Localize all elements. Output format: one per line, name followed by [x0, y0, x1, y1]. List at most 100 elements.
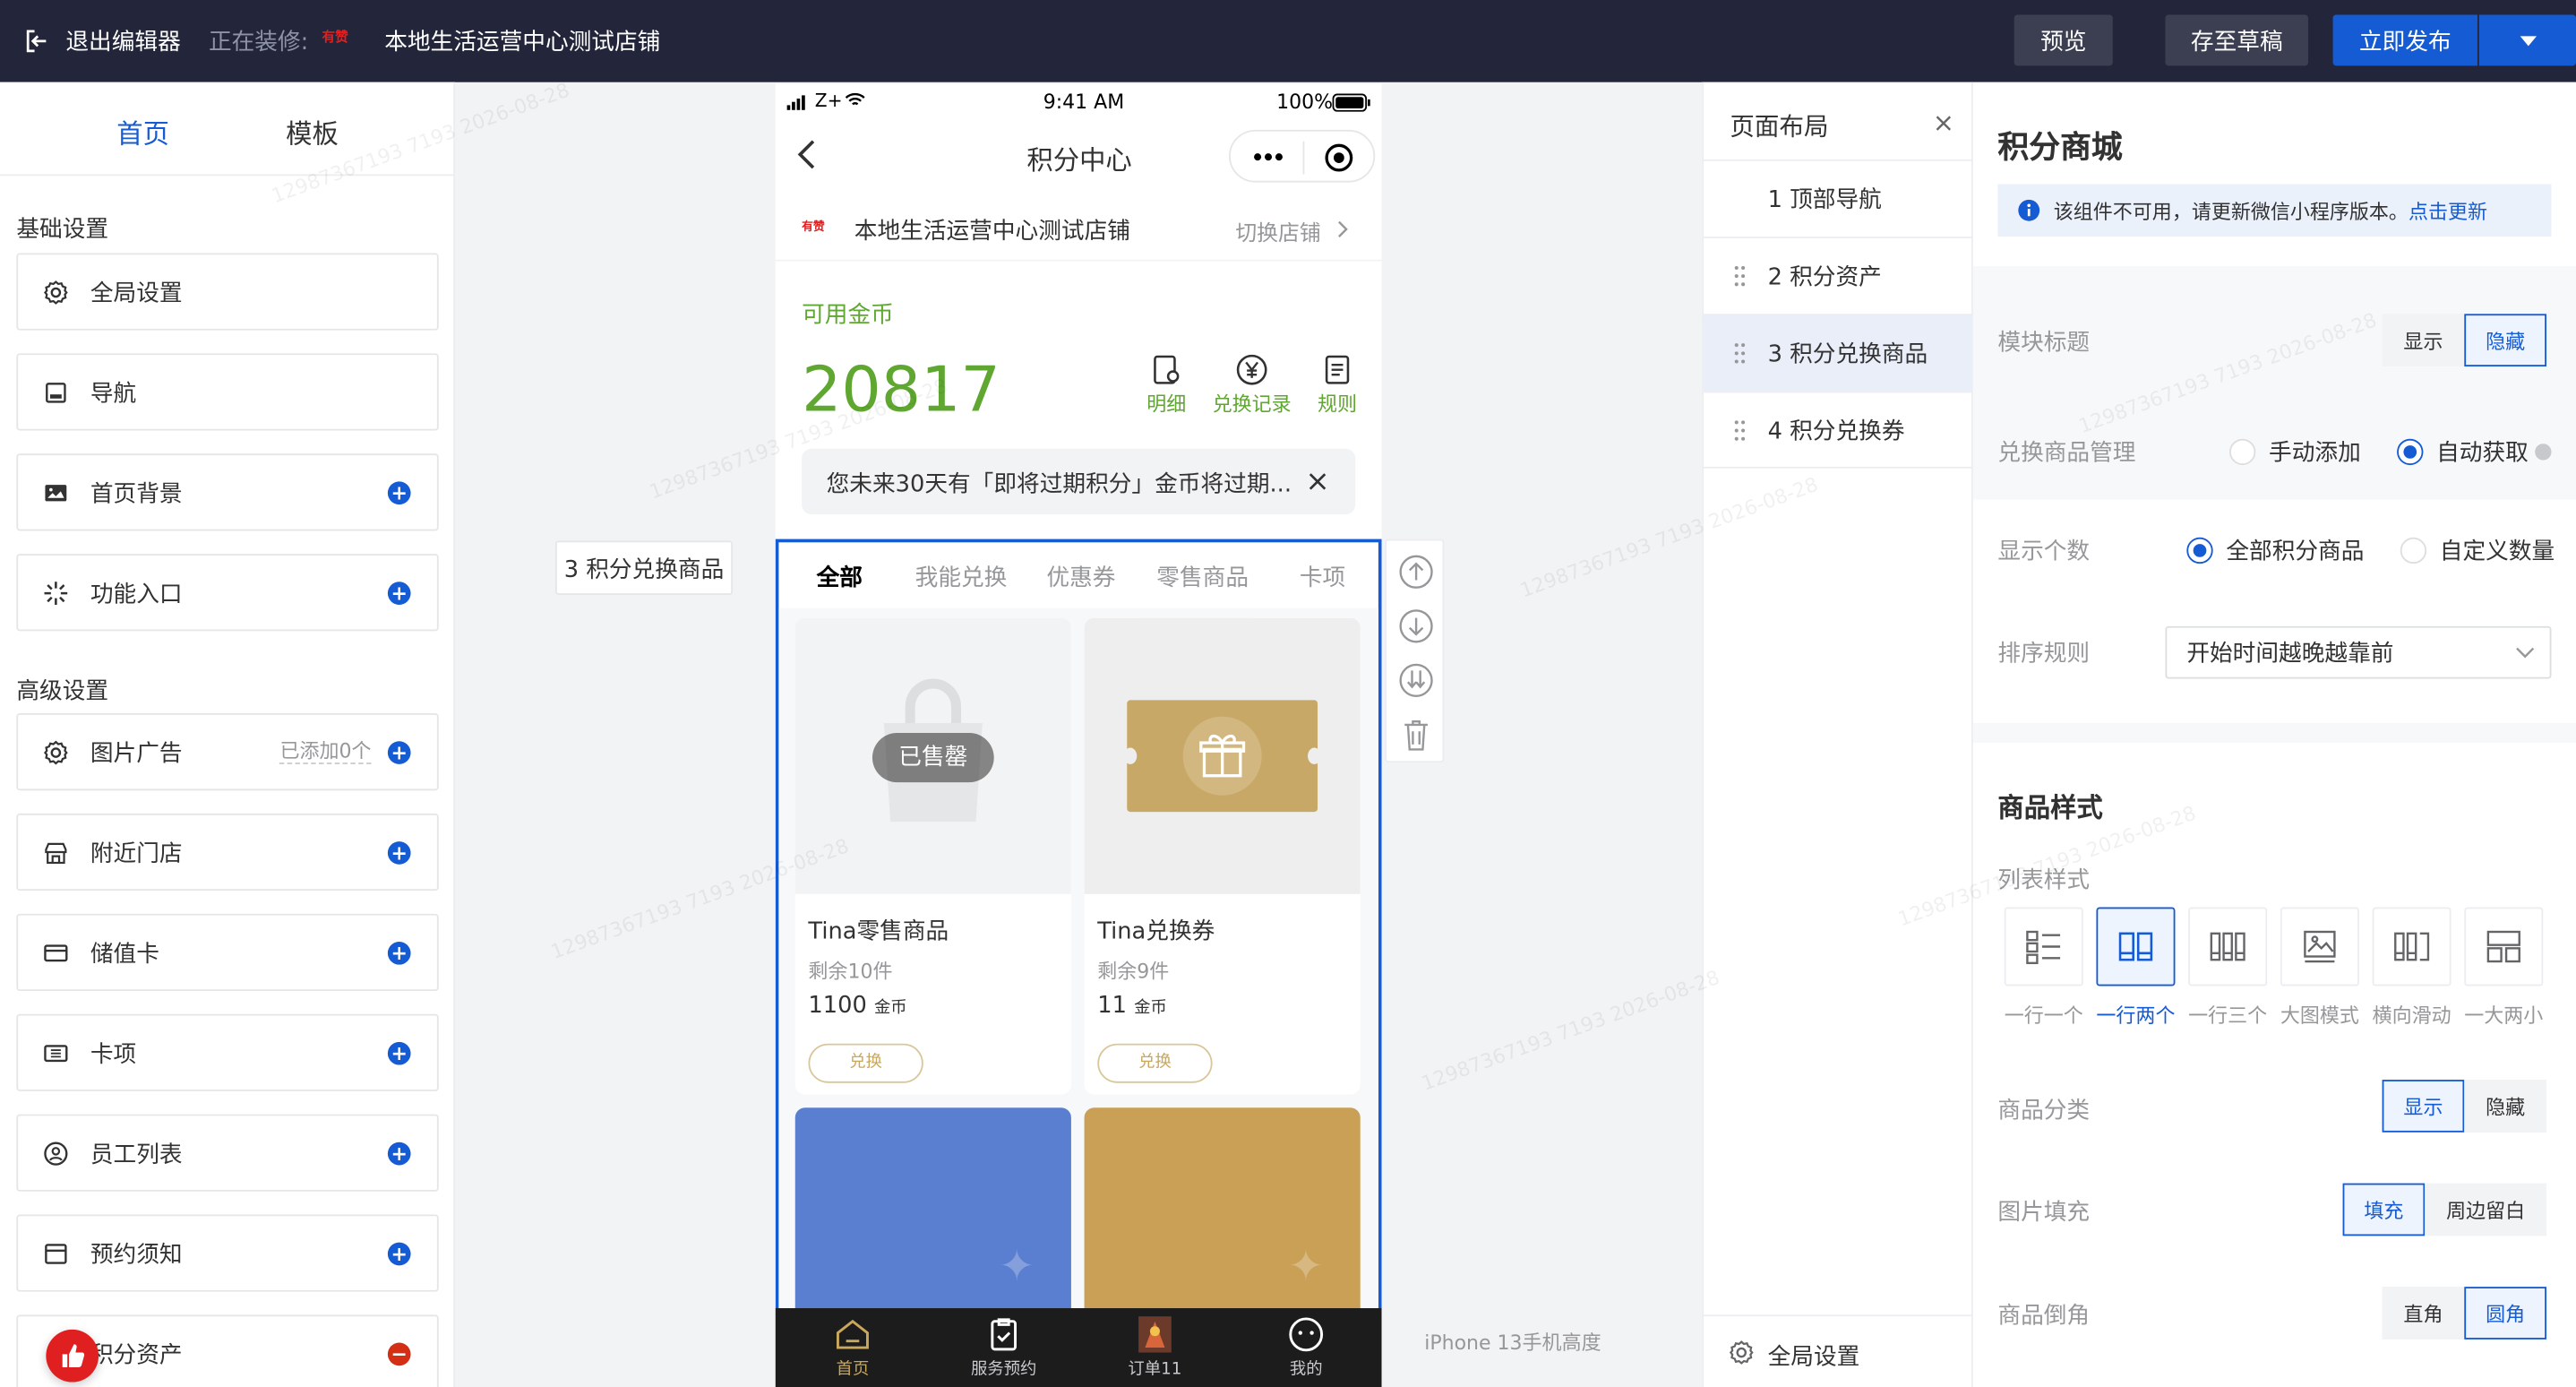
- left-item-home-background[interactable]: 首页背景 +: [16, 453, 439, 531]
- sort-select[interactable]: 开始时间越晚越靠前: [2165, 625, 2552, 679]
- bottom-nav-label: 首页: [836, 1360, 870, 1379]
- user-icon: [41, 1138, 71, 1167]
- back-icon[interactable]: [795, 138, 819, 171]
- square-option[interactable]: 直角: [2382, 1287, 2465, 1340]
- product-card[interactable]: ✦: [1084, 1107, 1361, 1339]
- all-goods-radio[interactable]: 全部积分商品: [2186, 534, 2364, 567]
- add-icon[interactable]: +: [387, 481, 411, 505]
- add-icon[interactable]: +: [387, 841, 411, 865]
- layout-item-points-coupon[interactable]: 4 积分兑换券: [1704, 391, 1973, 469]
- list-style-label: 横向滑动: [2372, 1004, 2451, 1028]
- show-option[interactable]: 显示: [2382, 314, 2465, 367]
- like-floating-button[interactable]: [46, 1329, 99, 1383]
- drag-handle-icon[interactable]: [1733, 264, 1747, 288]
- switch-shop-link[interactable]: 切换店铺: [1235, 215, 1320, 247]
- points-goods-module[interactable]: 全部 我能兑换 优惠券 零售商品 卡项 已售罄 Tina零售商品 剩余10件 1…: [775, 538, 1382, 1387]
- tab-can-exchange[interactable]: 我能兑换: [915, 560, 1008, 593]
- add-icon[interactable]: +: [387, 1242, 411, 1266]
- quick-exchange-record[interactable]: 兑换记录: [1213, 353, 1292, 418]
- quick-label: 明细: [1146, 392, 1187, 417]
- list-style-horizontal-scroll[interactable]: [2372, 907, 2451, 986]
- exchange-button[interactable]: 兑换: [1097, 1043, 1213, 1083]
- add-icon[interactable]: +: [387, 1041, 411, 1065]
- move-up-icon[interactable]: [1398, 554, 1434, 590]
- hide-option[interactable]: 隐藏: [2464, 1080, 2547, 1133]
- tab-retail[interactable]: 零售商品: [1156, 560, 1249, 593]
- left-item-global-settings[interactable]: 全局设置: [16, 253, 439, 331]
- quick-detail[interactable]: 明细: [1146, 353, 1186, 418]
- exit-editor-button[interactable]: 退出编辑器: [23, 22, 181, 61]
- remove-icon[interactable]: −: [387, 1342, 411, 1366]
- layout-global-settings[interactable]: 全局设置: [1704, 1314, 1973, 1387]
- product-card[interactable]: ✦: [794, 1107, 1071, 1339]
- bottom-nav-home[interactable]: 首页: [795, 1314, 910, 1379]
- list-style-one-big-two-small[interactable]: [2464, 907, 2544, 986]
- add-icon[interactable]: +: [387, 582, 411, 605]
- bottom-nav-booking[interactable]: 服务预约: [946, 1314, 1060, 1379]
- add-icon[interactable]: +: [387, 941, 411, 965]
- move-down-icon[interactable]: [1398, 608, 1434, 644]
- auto-fetch-radio[interactable]: 自动获取: [2397, 435, 2552, 469]
- layout-item-points-asset[interactable]: 2 积分资产: [1704, 237, 1973, 314]
- left-item-navigation[interactable]: 导航: [16, 353, 439, 431]
- corner-label: 商品倒角: [1997, 1303, 2091, 1330]
- list-style-two-per-row[interactable]: [2096, 907, 2176, 986]
- nav-icon: [41, 377, 71, 407]
- close-program-icon[interactable]: [1324, 143, 1353, 173]
- layout-item-points-goods[interactable]: 3 积分兑换商品: [1704, 314, 1973, 392]
- product-card[interactable]: Tina兑换券 剩余9件 11 金币 兑换: [1084, 617, 1361, 1095]
- help-icon[interactable]: [2535, 444, 2552, 461]
- product-card[interactable]: 已售罄 Tina零售商品 剩余10件 1100 金币 兑换: [794, 617, 1071, 1095]
- tab-home[interactable]: 首页: [116, 112, 169, 151]
- preview-button[interactable]: 预览: [2014, 14, 2113, 66]
- exchange-button[interactable]: 兑换: [808, 1043, 923, 1083]
- left-item-function-entry[interactable]: 功能入口 +: [16, 554, 439, 632]
- shop-row[interactable]: 有赞 本地生活运营中心测试店铺 切换店铺: [775, 195, 1382, 262]
- list-style-three-per-row[interactable]: [2188, 907, 2268, 986]
- left-item-image-ad[interactable]: 图片广告 已添加0个 +: [16, 713, 439, 791]
- move-bottom-icon[interactable]: [1398, 662, 1434, 698]
- list-style-big-image[interactable]: [2280, 907, 2359, 986]
- add-icon[interactable]: +: [387, 741, 411, 764]
- left-item-booking-notice[interactable]: 预约须知 +: [16, 1214, 439, 1292]
- mini-program-capsule: [1228, 129, 1376, 183]
- order-avatar-icon: [1135, 1314, 1174, 1354]
- quick-rules[interactable]: 规则: [1318, 353, 1357, 418]
- publish-dropdown-button[interactable]: [2478, 14, 2576, 66]
- close-icon[interactable]: [1308, 471, 1327, 491]
- left-item-nearby-store[interactable]: 附近门店 +: [16, 813, 439, 892]
- delete-icon[interactable]: [1398, 717, 1434, 753]
- left-item-stored-value-card[interactable]: 储值卡 +: [16, 913, 439, 992]
- custom-count-radio[interactable]: 自定义数量: [2400, 534, 2555, 567]
- fill-option[interactable]: 填充: [2342, 1183, 2426, 1236]
- save-draft-button[interactable]: 存至草稿: [2165, 14, 2309, 66]
- bottom-nav-orders[interactable]: 订单11: [1097, 1314, 1212, 1379]
- add-icon[interactable]: +: [387, 1141, 411, 1166]
- show-option[interactable]: 显示: [2382, 1080, 2465, 1133]
- layout-item-top-nav[interactable]: 1 顶部导航: [1704, 159, 1973, 237]
- list-style-label: 大图模式: [2280, 1004, 2359, 1028]
- left-item-label: 员工列表: [90, 1141, 183, 1168]
- margin-option[interactable]: 周边留白: [2425, 1183, 2547, 1236]
- update-link[interactable]: 点击更新: [2409, 200, 2487, 223]
- bottom-nav-mine[interactable]: 我的: [1249, 1314, 1363, 1379]
- manual-add-radio[interactable]: 手动添加: [2229, 435, 2361, 469]
- price-unit: 金币: [1134, 999, 1167, 1018]
- drag-handle-icon[interactable]: [1733, 419, 1747, 443]
- tab-coupon[interactable]: 优惠券: [1046, 560, 1115, 593]
- drag-handle-icon[interactable]: [1733, 342, 1747, 366]
- publish-button[interactable]: 立即发布: [2332, 14, 2477, 66]
- left-item-staff-list[interactable]: 员工列表 +: [16, 1114, 439, 1192]
- tab-card[interactable]: 卡项: [1300, 560, 1345, 593]
- round-option[interactable]: 圆角: [2464, 1287, 2547, 1340]
- sparkle-icon: ✦: [999, 1242, 1035, 1292]
- more-icon[interactable]: [1253, 153, 1283, 161]
- component-label[interactable]: 3 积分兑换商品: [554, 540, 734, 595]
- tab-all[interactable]: 全部: [817, 560, 863, 593]
- list-style-one-per-row[interactable]: [2004, 907, 2083, 986]
- left-item-card-project[interactable]: 卡项 +: [16, 1013, 439, 1091]
- tab-template[interactable]: 模板: [286, 112, 339, 151]
- close-icon[interactable]: [1932, 112, 1955, 135]
- hide-option[interactable]: 隐藏: [2464, 314, 2547, 367]
- left-panel: 首页 模板 基础设置 全局设置 导航 首页背景 + 功能入口 + 高级设置 图片…: [0, 82, 456, 1387]
